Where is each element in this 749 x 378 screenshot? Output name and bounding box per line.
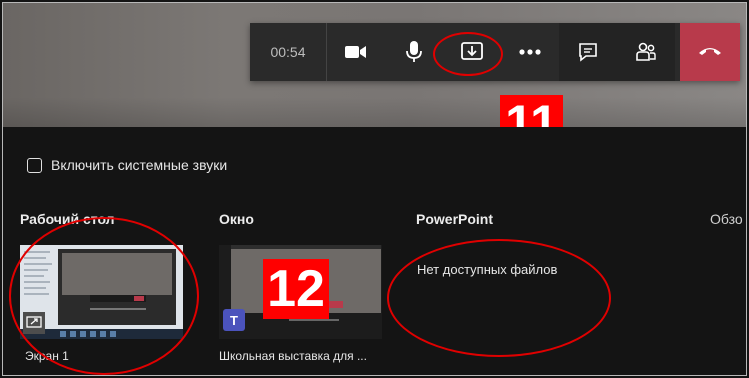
annotation-circle-desktop bbox=[9, 217, 199, 375]
more-options-icon bbox=[519, 49, 541, 55]
more-options-button[interactable] bbox=[501, 23, 559, 81]
teams-app-icon: T bbox=[223, 309, 245, 331]
chat-icon bbox=[578, 42, 598, 62]
teams-window: 00:54 11 Включить системные звуки Рабочи… bbox=[2, 2, 747, 376]
annotation-circle-share bbox=[433, 32, 503, 76]
call-timer: 00:54 bbox=[270, 44, 306, 60]
window-column-title: Окно bbox=[219, 211, 254, 227]
video-camera-icon bbox=[345, 45, 367, 59]
system-sound-label: Включить системные звуки bbox=[51, 157, 228, 173]
powerpoint-column-title: PowerPoint bbox=[416, 211, 494, 227]
microphone-icon bbox=[406, 41, 422, 63]
camera-button[interactable] bbox=[327, 23, 385, 81]
toolbar-secondary-group bbox=[559, 23, 675, 81]
system-sound-checkbox[interactable] bbox=[27, 157, 42, 173]
participants-icon bbox=[635, 42, 657, 62]
system-sound-option[interactable]: Включить системные звуки bbox=[27, 157, 227, 173]
participants-button[interactable] bbox=[617, 23, 675, 81]
annotation-circle-powerpoint bbox=[387, 239, 611, 357]
window-label: Школьная выставка для ... bbox=[219, 349, 367, 363]
browse-column-title[interactable]: Обзо bbox=[710, 211, 743, 227]
annotation-number-12: 12 bbox=[263, 259, 329, 319]
hang-up-button[interactable] bbox=[680, 23, 740, 81]
hang-up-icon bbox=[698, 43, 722, 61]
chat-button[interactable] bbox=[559, 23, 617, 81]
